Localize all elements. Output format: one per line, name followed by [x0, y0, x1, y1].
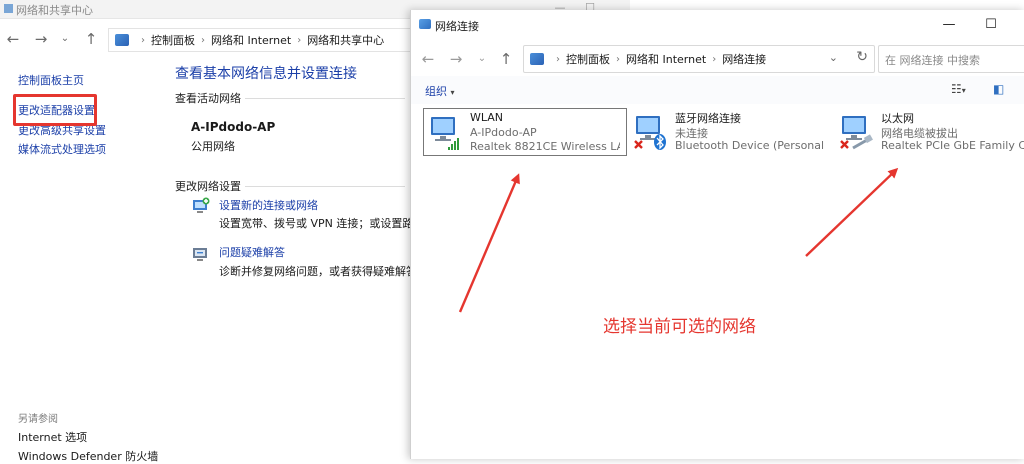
annotation-arrow-ethernet — [805, 167, 899, 257]
annotation-arrow-wlan — [458, 173, 520, 313]
annotation-arrows — [458, 167, 899, 313]
